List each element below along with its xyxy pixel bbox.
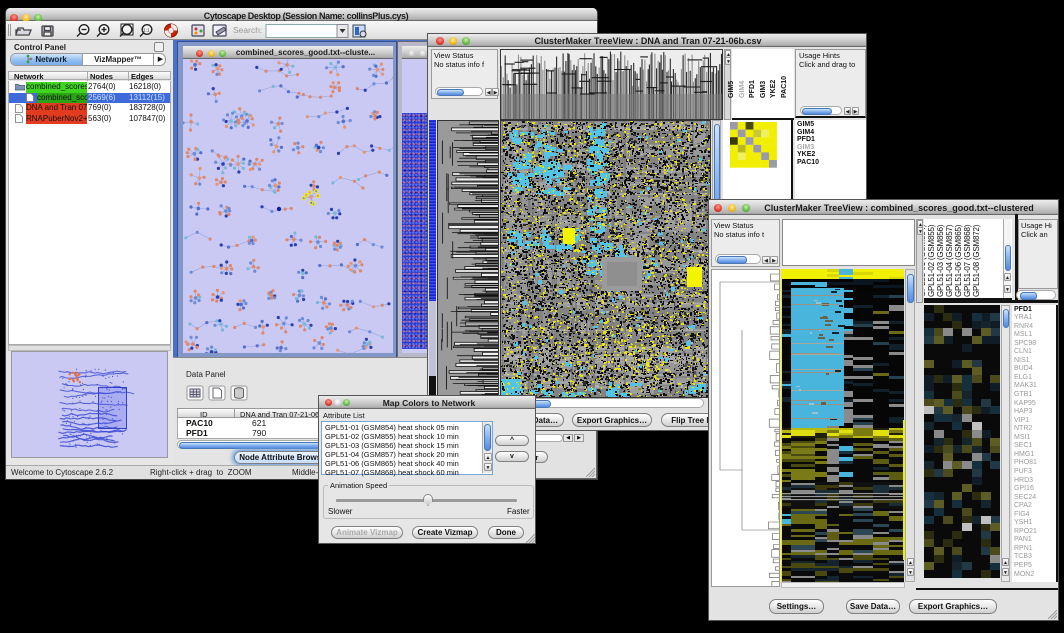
svg-text:1:1: 1:1 bbox=[143, 28, 150, 33]
svg-text:Search:: Search: bbox=[233, 25, 262, 35]
